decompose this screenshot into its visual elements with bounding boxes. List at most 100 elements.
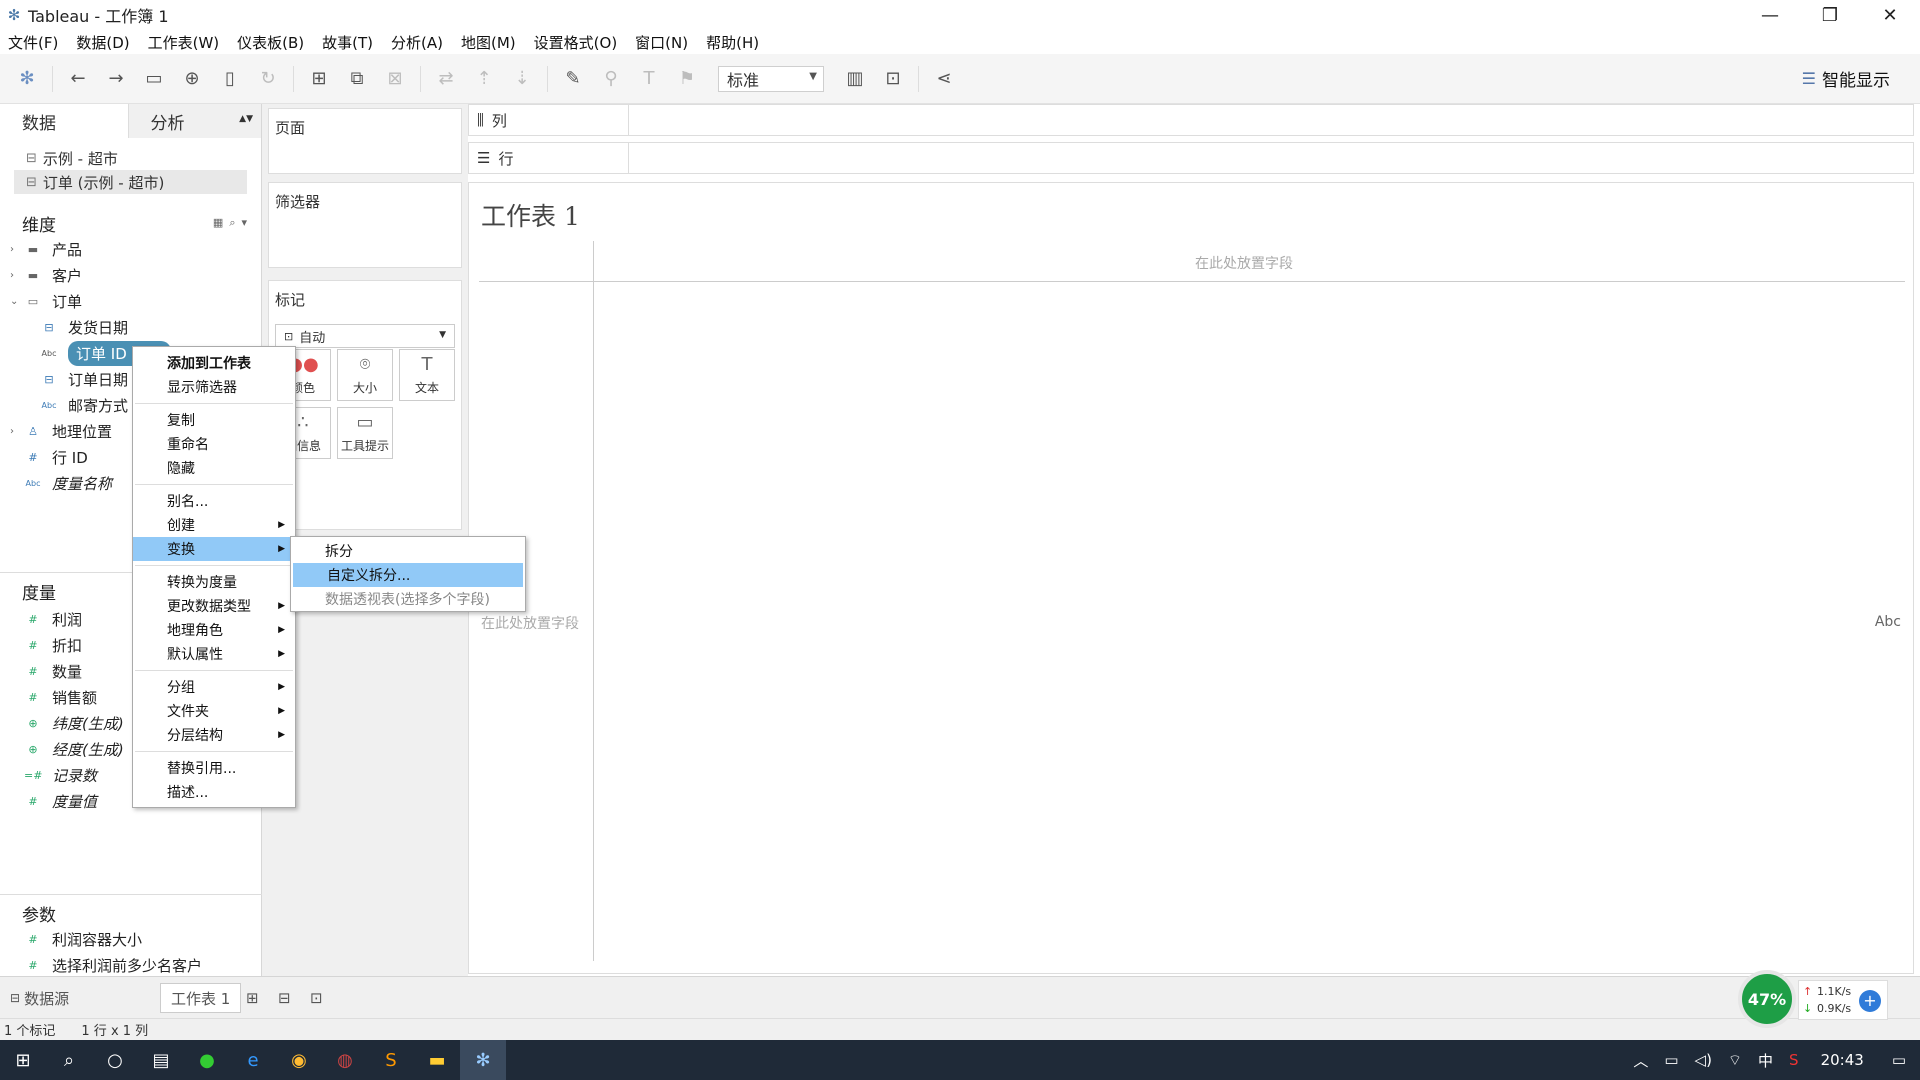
tab-data[interactable]: 数据 <box>0 104 128 138</box>
menu-item-aliases[interactable]: 别名... <box>133 489 295 513</box>
save-icon[interactable]: ▭ <box>141 66 167 92</box>
menu-item-transform[interactable]: 变换 ▶ <box>133 537 295 561</box>
folder-row[interactable]: › ▬ 产品 <box>0 236 261 262</box>
menu-item-hide[interactable]: 隐藏 <box>133 456 295 480</box>
tooltip-button[interactable]: ▭ 工具提示 <box>337 407 393 459</box>
worksheet-view[interactable]: 工作表 1 在此处放置字段 在此处放置字段 Abc <box>468 182 1914 974</box>
swap-icon[interactable]: ⇄ <box>433 66 459 92</box>
menu-data[interactable]: 数据(D) <box>76 32 129 53</box>
cortana-icon[interactable]: ○ <box>92 1040 138 1080</box>
pin-icon[interactable]: ⚑ <box>674 66 700 92</box>
close-button[interactable]: ✕ <box>1860 0 1920 30</box>
menu-dashboard[interactable]: 仪表板(B) <box>237 32 304 53</box>
new-worksheet-icon[interactable]: ⊞ <box>246 983 259 1013</box>
pages-card[interactable]: 页面 <box>268 108 462 174</box>
menu-item-group[interactable]: 分组 ▶ <box>133 675 295 699</box>
sort-ascending-icon[interactable]: ⇡ <box>471 66 497 92</box>
search-icon[interactable]: ⌕ <box>46 1040 92 1080</box>
show-cards-icon[interactable]: ▥ <box>842 66 868 92</box>
menu-file[interactable]: 文件(F) <box>8 32 58 53</box>
group-icon[interactable]: ⚲ <box>598 66 624 92</box>
menu-item-create[interactable]: 创建 ▶ <box>133 513 295 537</box>
tableau-start-icon[interactable]: ✻ <box>14 66 40 92</box>
chevron-down-icon[interactable]: ⌄ <box>10 296 18 307</box>
new-datasource-icon[interactable]: ⊕ <box>179 66 205 92</box>
app-icon[interactable]: ◍ <box>322 1040 368 1080</box>
fit-select[interactable]: 标准 ▼ <box>718 65 824 92</box>
pause-updates-icon[interactable]: ▯ <box>217 66 243 92</box>
tab-datasource[interactable]: ⊟ 数据源 <box>10 983 69 1013</box>
new-worksheet-icon[interactable]: ⊞ <box>306 66 332 92</box>
restore-button[interactable]: ❐ <box>1800 0 1860 30</box>
folder-row[interactable]: ⌄ ▭ 订单 <box>0 288 261 314</box>
datasource-item[interactable]: ⊟ 示例 - 超市 <box>0 146 261 170</box>
menu-item-replace-references[interactable]: 替换引用... <box>133 756 295 780</box>
menu-item-hierarchy[interactable]: 分层结构 ▶ <box>133 723 295 747</box>
chevron-right-icon[interactable]: › <box>10 270 14 281</box>
drop-zone-left[interactable]: 在此处放置字段 <box>481 613 579 633</box>
chevron-right-icon[interactable]: › <box>10 244 14 255</box>
net-speed-widget[interactable]: ↑ 1.1K/s ↓ 0.9K/s + <box>1798 980 1888 1020</box>
menu-item-default-properties[interactable]: 默认属性 ▶ <box>133 642 295 666</box>
menu-help[interactable]: 帮助(H) <box>706 32 759 53</box>
new-story-icon[interactable]: ⊡ <box>310 983 323 1013</box>
size-button[interactable]: ⌾ 大小 <box>337 349 393 401</box>
clock[interactable]: 20:43 <box>1821 1051 1864 1069</box>
show-me-button[interactable]: ☰ 智能显示 <box>1802 66 1890 91</box>
datasource-item[interactable]: ⊟ 订单 (示例 - 超市) <box>14 170 247 194</box>
sort-descending-icon[interactable]: ⇣ <box>509 66 535 92</box>
menu-item-change-data-type[interactable]: 更改数据类型 ▶ <box>133 594 295 618</box>
minimize-button[interactable]: — <box>1740 0 1800 30</box>
filters-card[interactable]: 筛选器 <box>268 182 462 268</box>
field-row[interactable]: # 利润容器大小 <box>0 926 262 952</box>
menu-item-copy[interactable]: 复制 <box>133 408 295 432</box>
new-dashboard-icon[interactable]: ⊟ <box>278 983 291 1013</box>
menu-window[interactable]: 窗口(N) <box>635 32 688 53</box>
sublime-icon[interactable]: S <box>368 1040 414 1080</box>
clear-sheet-icon[interactable]: ⊠ <box>382 66 408 92</box>
plus-icon[interactable]: + <box>1859 990 1881 1012</box>
tableau-taskbar-icon[interactable]: ✻ <box>460 1040 506 1080</box>
sogou-icon[interactable]: S <box>1789 1051 1799 1069</box>
windows-start-icon[interactable]: ⊞ <box>0 1040 46 1080</box>
notification-icon[interactable]: ▭ <box>1892 1051 1906 1069</box>
menu-story[interactable]: 故事(T) <box>322 32 373 53</box>
menu-item-convert-to-measure[interactable]: 转换为度量 <box>133 570 295 594</box>
submenu-item-custom-split[interactable]: 自定义拆分... <box>293 563 523 587</box>
drop-zone-top[interactable]: 在此处放置字段 <box>1195 253 1293 273</box>
undo-icon[interactable]: ← <box>65 66 91 92</box>
presentation-icon[interactable]: ⊡ <box>880 66 906 92</box>
field-row[interactable]: ⊟ 发货日期 <box>0 314 261 340</box>
wifi-icon[interactable]: ⌔ <box>1728 1051 1742 1070</box>
marks-type-select[interactable]: ⊡ 自动 ▼ <box>275 324 455 348</box>
highlight-icon[interactable]: ✎ <box>560 66 586 92</box>
columns-shelf[interactable]: ⫼ 列 <box>468 104 1914 136</box>
share-icon[interactable]: ⋖ <box>931 66 957 92</box>
menu-item-describe[interactable]: 描述... <box>133 780 295 804</box>
edge-icon[interactable]: e <box>230 1040 276 1080</box>
chevron-right-icon[interactable]: › <box>10 426 14 437</box>
tab-sheet[interactable]: 工作表 1 <box>160 983 242 1013</box>
text-button[interactable]: T 文本 <box>399 349 455 401</box>
tab-analysis[interactable]: 分析 ▲▼ <box>127 104 261 138</box>
menu-worksheet[interactable]: 工作表(W) <box>148 32 220 53</box>
submenu-item-split[interactable]: 拆分 <box>291 539 525 563</box>
file-explorer-icon[interactable]: ▬ <box>414 1040 460 1080</box>
volume-icon[interactable]: ◁) <box>1695 1051 1712 1069</box>
battery-icon[interactable]: ▭ <box>1664 1051 1678 1069</box>
wechat-icon[interactable]: ● <box>184 1040 230 1080</box>
task-view-icon[interactable]: ▤ <box>138 1040 184 1080</box>
labels-icon[interactable]: T <box>636 66 662 92</box>
search-icon[interactable]: ▦⌕▾ <box>213 216 253 230</box>
field-row[interactable]: # 选择利润前多少名客户 <box>0 952 262 978</box>
duplicate-sheet-icon[interactable]: ⧉ <box>344 66 370 92</box>
cpu-gauge[interactable]: 47% <box>1738 970 1796 1028</box>
redo-icon[interactable]: → <box>103 66 129 92</box>
menu-item-folder[interactable]: 文件夹 ▶ <box>133 699 295 723</box>
menu-item-add-to-sheet[interactable]: 添加到工作表 <box>133 351 295 375</box>
menu-map[interactable]: 地图(M) <box>461 32 516 53</box>
menu-item-geographic-role[interactable]: 地理角色 ▶ <box>133 618 295 642</box>
menu-item-rename[interactable]: 重命名 <box>133 432 295 456</box>
menu-format[interactable]: 设置格式(O) <box>534 32 618 53</box>
ime-indicator[interactable]: 中 <box>1758 1050 1773 1071</box>
